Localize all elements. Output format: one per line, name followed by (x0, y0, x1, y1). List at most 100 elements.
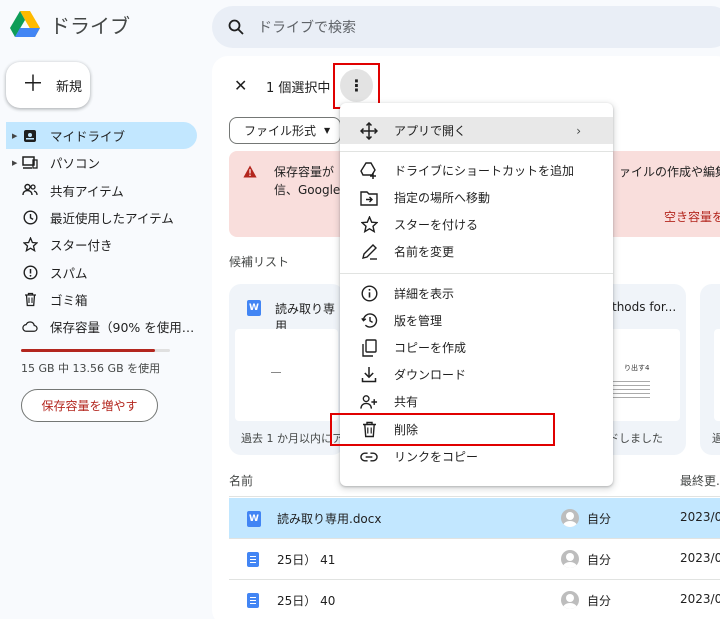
search-bar[interactable]: ドライブで検索 (212, 6, 720, 48)
star-icon (22, 237, 38, 253)
new-button[interactable]: ＋ 新規 (6, 62, 90, 108)
menu-item-download[interactable]: ダウンロード (340, 361, 613, 388)
file-modified-date: 2023/0 (680, 510, 720, 524)
menu-item-open-with[interactable]: アプリで開く › (340, 117, 613, 144)
computer-icon (22, 155, 38, 171)
avatar (561, 550, 579, 568)
menu-divider (340, 151, 613, 152)
suggested-section-label: 候補リスト (229, 255, 290, 269)
expand-caret-icon[interactable]: ▶ (12, 159, 17, 167)
sidebar-item-recent[interactable]: 最近使用したアイテム (0, 204, 200, 231)
suggested-card[interactable]: W 読み取り専用 過去 1 か月以内にア (229, 284, 344, 455)
suggested-card-title: thods for... (612, 300, 677, 314)
highlight-box-delete (330, 413, 555, 446)
avatar (561, 591, 579, 609)
menu-item-label: ドライブにショートカットを追加 (394, 164, 575, 178)
sidebar-item-computers[interactable]: ▶ パソコン (0, 149, 200, 176)
sidebar-item-trash[interactable]: ゴミ箱 (0, 286, 200, 313)
owner-label: 自分 (587, 552, 612, 567)
suggested-card-footer: ドしました (608, 432, 663, 445)
move-to-folder-icon (360, 189, 378, 207)
sidebar-item-label: マイドライブ (50, 129, 126, 145)
column-header-name[interactable]: 名前 (229, 472, 253, 489)
share-icon (360, 393, 378, 411)
file-row-selected[interactable]: W 読み取り専用.docx 自分 2023/0 (229, 498, 720, 538)
sidebar-nav: ▶ マイドライブ ▶ パソコン 共有アイテム 最近使用したアイテム スター付き (0, 122, 200, 340)
menu-item-star[interactable]: スターを付ける (340, 211, 613, 238)
sidebar-item-my-drive[interactable]: ▶ マイドライブ (6, 122, 197, 150)
search-icon[interactable] (228, 19, 244, 35)
column-header-modified[interactable]: 最終更... (680, 472, 720, 489)
file-modified-date: 2023/0 (680, 592, 720, 606)
sidebar-item-storage[interactable]: 保存容量（90% を使用… (0, 313, 200, 340)
dropdown-arrow-icon: ▼ (324, 126, 331, 135)
sidebar-item-label: 共有アイテム (50, 183, 124, 199)
file-name: 25日） 41 (277, 553, 336, 567)
menu-item-label: スターを付ける (394, 218, 479, 232)
menu-item-label: 共有 (394, 395, 419, 409)
menu-item-details[interactable]: 詳細を表示 (340, 280, 613, 307)
link-icon (360, 448, 378, 466)
owner-label: 自分 (587, 593, 612, 608)
warning-text-line1-right: ァイルの作成や編集 (619, 165, 720, 179)
file-name: 読み取り専用.docx (277, 512, 382, 526)
file-row[interactable]: 25日） 40 自分 2023/0 (229, 580, 720, 619)
sidebar-item-shared[interactable]: 共有アイテム (0, 177, 200, 204)
word-file-icon: W (247, 300, 261, 316)
expand-caret-icon[interactable]: ▶ (12, 132, 17, 140)
file-owner: 自分 (561, 509, 611, 527)
chevron-right-icon: › (576, 123, 581, 138)
sidebar-item-label: スター付き (50, 238, 113, 254)
warning-text-line2: 信、Google (274, 183, 341, 197)
file-preview-thumbnail (235, 329, 338, 421)
file-owner: 自分 (561, 591, 611, 609)
menu-item-label: ダウンロード (394, 368, 467, 382)
file-row[interactable]: 25日） 41 自分 2023/0 (229, 539, 720, 579)
warning-icon (243, 165, 257, 178)
menu-item-move[interactable]: 指定の場所へ移動 (340, 184, 613, 211)
drive-logo[interactable]: ドライブ (10, 10, 130, 39)
star-icon (360, 216, 378, 234)
file-modified-date: 2023/0 (680, 551, 720, 565)
warning-text-line1: 保存容量が (274, 165, 335, 179)
menu-item-label: リンクをコピー (394, 450, 479, 464)
menu-item-make-copy[interactable]: コピーを作成 (340, 334, 613, 361)
clear-selection-close-icon[interactable]: ✕ (234, 76, 247, 95)
my-drive-icon (22, 128, 38, 144)
info-icon (360, 285, 378, 303)
google-doc-icon (247, 552, 259, 571)
warning-free-space-link[interactable]: 空き容量を (664, 208, 720, 225)
new-button-label: 新規 (56, 79, 83, 95)
get-more-storage-button[interactable]: 保存容量を増やす (21, 389, 158, 422)
preview-text-lines (610, 381, 650, 382)
menu-item-label: コピーを作成 (394, 341, 467, 355)
file-type-filter[interactable]: ファイル形式 ▼ (229, 117, 341, 144)
google-doc-icon (247, 593, 259, 612)
move-icon (360, 121, 378, 140)
menu-item-label: 詳細を表示 (394, 287, 455, 301)
avatar (561, 509, 579, 527)
people-icon (22, 182, 38, 198)
sidebar-item-spam[interactable]: スパム (0, 258, 200, 285)
menu-item-share[interactable]: 共有 (340, 388, 613, 415)
file-name: 25日） 40 (277, 594, 336, 608)
menu-item-copy-link[interactable]: リンクをコピー (340, 443, 613, 470)
owner-label: 自分 (587, 511, 612, 526)
search-input[interactable]: ドライブで検索 (258, 17, 356, 37)
word-file-icon: W (247, 510, 261, 527)
menu-item-rename[interactable]: 名前を変更 (340, 238, 613, 265)
menu-item-versions[interactable]: 版を管理 (340, 307, 613, 334)
file-preview-thumbnail (714, 329, 720, 421)
suggested-card[interactable]: 過 (700, 284, 720, 455)
cloud-icon (22, 319, 38, 335)
file-owner: 自分 (561, 550, 611, 568)
list-divider (229, 496, 720, 497)
sidebar-item-label: スパム (50, 265, 88, 281)
menu-item-label: 指定の場所へ移動 (394, 191, 491, 205)
sidebar-item-starred[interactable]: スター付き (0, 231, 200, 258)
menu-item-add-shortcut[interactable]: ドライブにショートカットを追加 (340, 157, 613, 184)
clock-icon (22, 210, 38, 226)
history-icon (360, 312, 378, 330)
trash-icon (22, 291, 38, 307)
plus-icon: ＋ (22, 72, 45, 97)
